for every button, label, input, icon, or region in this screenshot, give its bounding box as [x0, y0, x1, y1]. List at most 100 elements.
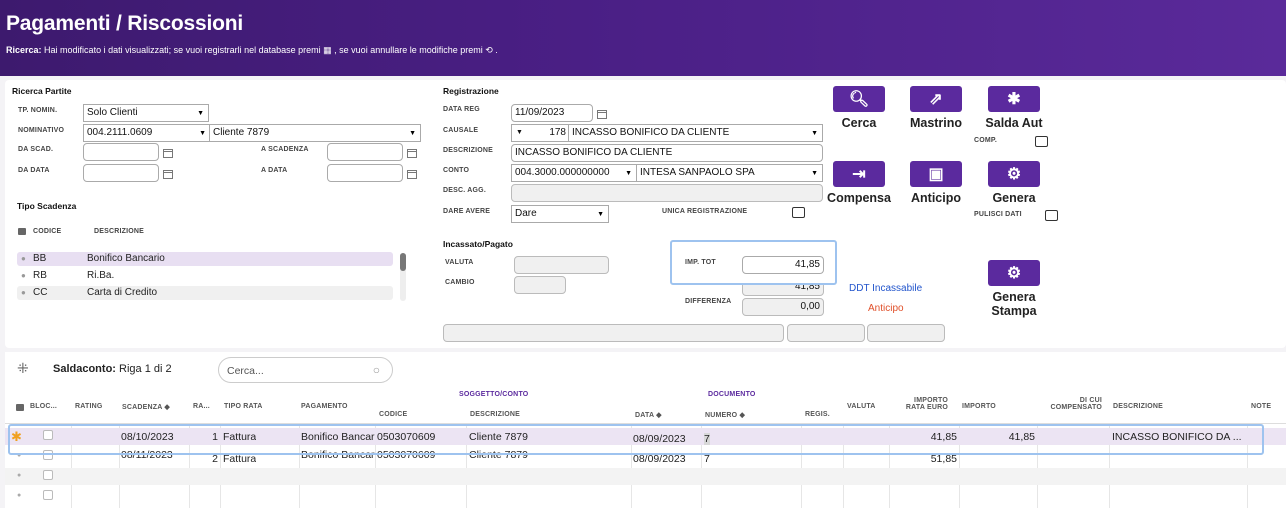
imp-tot-input[interactable]: 41,85: [742, 256, 824, 274]
causale-code-select[interactable]: ▼ 178: [511, 124, 569, 142]
pulisci-dati-label: PULISCI DATI: [974, 211, 1022, 218]
genera-label: Genera: [992, 191, 1036, 205]
list-item[interactable]: ● BB Bonifico Bancario: [17, 252, 393, 266]
anticipo-button[interactable]: ▣: [910, 161, 962, 187]
conto-desc-select[interactable]: INTESA SANPAOLO SPA ▼: [636, 164, 823, 182]
col-descrizione[interactable]: DESCRIZIONE: [470, 411, 520, 418]
col-pagamento[interactable]: PAGAMENTO: [301, 403, 348, 410]
col-bloc[interactable]: BLOC...: [30, 403, 57, 410]
col-regis[interactable]: REGIS.: [805, 411, 830, 418]
da-scad-input[interactable]: [83, 143, 159, 161]
list-item[interactable]: ● RB Ri.Ba.: [17, 269, 393, 283]
data-reg-input[interactable]: 11/09/2023: [511, 104, 593, 122]
tp-nomin-label: TP. NOMIN.: [18, 107, 58, 114]
cambio-label: CAMBIO: [445, 279, 475, 286]
dare-avere-select[interactable]: Dare ▼: [511, 205, 609, 223]
calendar-icon[interactable]: [163, 170, 173, 179]
chevron-down-icon: ▼: [409, 130, 416, 137]
conto-code-select[interactable]: 004.3000.000000000 ▼: [511, 164, 637, 182]
list-item[interactable]: ● CC Carta di Credito: [17, 286, 393, 300]
hint-text: Hai modificato i dati visualizzati; se v…: [44, 45, 498, 55]
col-note[interactable]: NOTE: [1251, 403, 1271, 410]
footer-field-1[interactable]: [443, 324, 784, 342]
col-ra[interactable]: RA...: [193, 403, 210, 410]
a-data-input[interactable]: [327, 164, 403, 182]
calendar-icon[interactable]: [407, 149, 417, 158]
bloc-checkbox[interactable]: [43, 490, 53, 500]
valuta-input[interactable]: [514, 256, 609, 274]
incassato-title: Incassato/Pagato: [443, 239, 513, 249]
calendar-icon[interactable]: [163, 149, 173, 158]
differenza-label: DIFFERENZA: [685, 298, 732, 305]
genera-stampa-button[interactable]: ⚙: [988, 260, 1040, 286]
col-compensato-2: COMPENSATO: [1050, 404, 1102, 411]
conto-code: 004.3000.000000000: [515, 167, 610, 178]
grid-search-input[interactable]: Cerca... ○: [218, 357, 393, 383]
page-header: Pagamenti / Riscossioni Ricerca: Hai mod…: [0, 0, 1286, 76]
select-all-checkbox-icon[interactable]: [16, 404, 24, 411]
grid-search-placeholder: Cerca...: [227, 365, 264, 377]
ts-col-codice: CODICE: [33, 228, 62, 235]
footer-field-2[interactable]: [787, 324, 865, 342]
a-scadenza-input[interactable]: [327, 143, 403, 161]
mastrino-label: Mastrino: [909, 116, 963, 130]
ts-code: RB: [33, 270, 47, 281]
tipo-scadenza-title: Tipo Scadenza: [17, 201, 77, 211]
tp-nomin-value: Solo Clienti: [87, 107, 138, 118]
col-compensato[interactable]: DI CUI COMPENSATO: [1040, 397, 1102, 411]
causale-code: 178: [549, 127, 566, 138]
nominativo-code-select[interactable]: 004.2111.0609 ▼: [83, 124, 211, 142]
calendar-icon[interactable]: [407, 170, 417, 179]
footer-field-3[interactable]: [867, 324, 945, 342]
causale-desc-select[interactable]: INCASSO BONIFICO DA CLIENTE ▼: [568, 124, 823, 142]
col-importo[interactable]: IMPORTO: [962, 403, 996, 410]
cambio-input[interactable]: [514, 276, 566, 294]
descrizione-input[interactable]: INCASSO BONIFICO DA CLIENTE: [511, 144, 823, 162]
col-data[interactable]: DATA ◆: [635, 411, 662, 419]
search-icon[interactable]: ○: [373, 363, 380, 377]
cerca-label: Cerca: [841, 116, 877, 130]
hint-prefix: Ricerca:: [6, 45, 42, 55]
compensa-button[interactable]: ⇥: [833, 161, 885, 187]
select-all-checkbox-icon[interactable]: [18, 228, 26, 235]
collapse-icon[interactable]: ⁜: [17, 360, 29, 377]
descrizione-value: INCASSO BONIFICO DA CLIENTE: [515, 147, 673, 158]
unica-registrazione-checkbox[interactable]: [792, 207, 805, 218]
calendar-icon[interactable]: [597, 110, 607, 119]
scrollbar-track[interactable]: [400, 253, 406, 301]
cerca-button[interactable]: 🔍︎: [833, 86, 885, 112]
chevron-down-icon: ▼: [625, 170, 632, 177]
imp-tot-highlight: IMP. TOT 41,85: [670, 240, 837, 285]
mastrino-button[interactable]: ⇗: [910, 86, 962, 112]
col-descrizione-2[interactable]: DESCRIZIONE: [1113, 403, 1163, 410]
asterisk-icon: ✱: [1007, 91, 1021, 108]
chevron-down-icon: ▼: [197, 110, 204, 117]
salda-aut-button[interactable]: ✱: [988, 86, 1040, 112]
nominativo-code: 004.2111.0609: [87, 127, 153, 138]
scrollbar-thumb[interactable]: [400, 253, 406, 271]
col-importo-rata[interactable]: IMPORTO RATA EURO: [902, 397, 948, 411]
col-numero[interactable]: NUMERO ◆: [705, 411, 745, 419]
anticipo-link[interactable]: Anticipo: [868, 303, 904, 314]
comp-checkbox[interactable]: [1035, 136, 1048, 147]
col-scadenza[interactable]: SCADENZA ◆: [122, 403, 170, 411]
col-codice[interactable]: CODICE: [379, 411, 407, 418]
a-data-label: A DATA: [261, 167, 288, 174]
col-scadenza-label: SCADENZA: [122, 404, 163, 411]
genera-button[interactable]: ⚙: [988, 161, 1040, 187]
pulisci-dati-checkbox[interactable]: [1045, 210, 1058, 221]
da-data-input[interactable]: [83, 164, 159, 182]
bloc-checkbox[interactable]: [43, 470, 53, 480]
col-rating[interactable]: RATING: [75, 403, 103, 410]
table-row[interactable]: ●: [5, 468, 1286, 485]
desc-agg-input[interactable]: [511, 184, 823, 202]
col-tipo-rata[interactable]: TIPO RATA: [224, 403, 262, 410]
nominativo-name-select[interactable]: Cliente 7879 ▼: [209, 124, 421, 142]
dare-avere-value: Dare: [515, 208, 537, 219]
tp-nomin-select[interactable]: Solo Clienti ▼: [83, 104, 209, 122]
ddt-incassabile-link[interactable]: DDT Incassabile: [849, 283, 922, 294]
nominativo-name: Cliente 7879: [213, 127, 270, 138]
table-row[interactable]: ●: [5, 488, 1286, 505]
col-valuta[interactable]: VALUTA: [847, 403, 876, 410]
saldaconto-rows-info: Riga 1 di 2: [119, 363, 172, 375]
